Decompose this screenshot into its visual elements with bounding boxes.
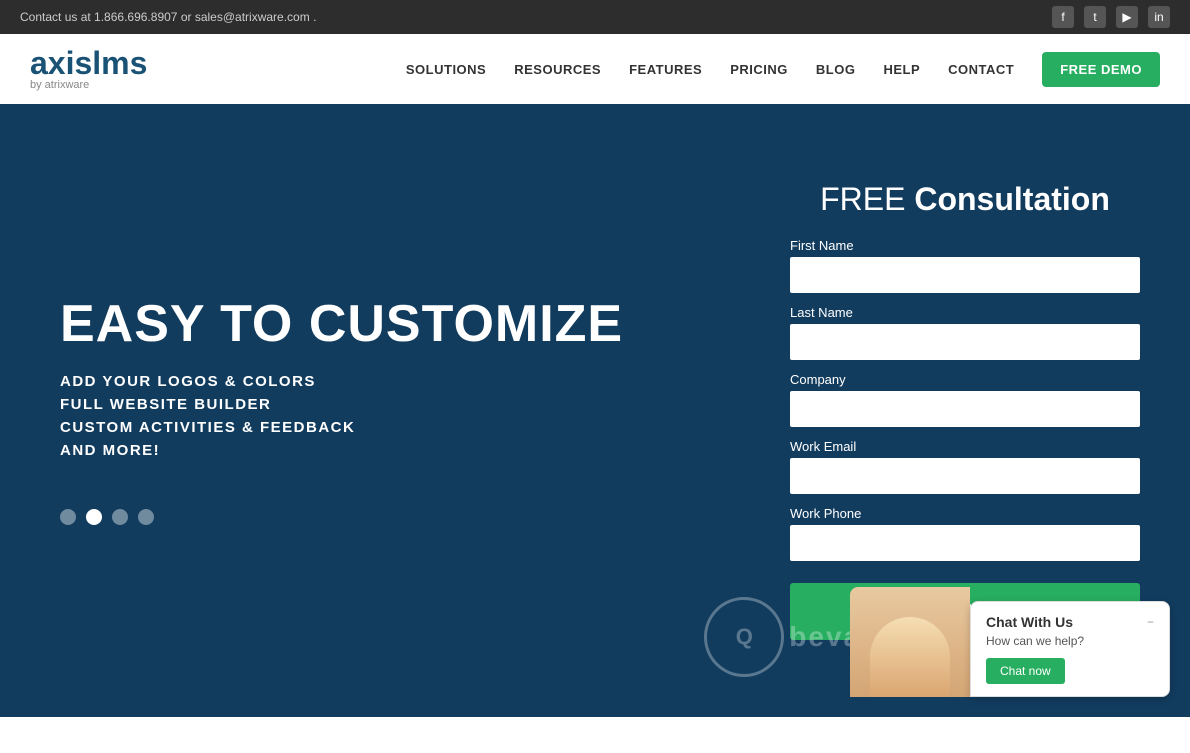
hero-title: EASY TO CUSTOMIZE: [60, 296, 700, 353]
twitter-icon[interactable]: t: [1084, 6, 1106, 28]
bullet-2: FULL WEBSITE BUILDER: [60, 396, 700, 413]
contact-text: Contact us at: [20, 10, 94, 24]
last-name-group: Last Name: [790, 305, 1140, 360]
company-input[interactable]: [790, 391, 1140, 427]
hero-left-content: EASY TO CUSTOMIZE ADD YOUR LOGOS & COLOR…: [0, 236, 760, 585]
work-phone-input[interactable]: [790, 525, 1140, 561]
youtube-icon[interactable]: ▶: [1116, 6, 1138, 28]
logo-text: axislms: [30, 47, 147, 79]
form-title: FREE Consultation: [790, 181, 1140, 218]
main-nav: axislms by atrixware SOLUTIONS RESOURCES…: [0, 34, 1190, 104]
period: .: [313, 10, 316, 24]
form-title-free: FREE: [820, 181, 905, 217]
nav-resources[interactable]: RESOURCES: [514, 62, 601, 77]
dot-2[interactable]: [86, 509, 102, 525]
form-title-consultation: Consultation: [914, 181, 1110, 217]
bullet-4: AND MORE!: [60, 442, 700, 459]
last-name-label: Last Name: [790, 305, 1140, 320]
last-name-input[interactable]: [790, 324, 1140, 360]
work-email-group: Work Email: [790, 439, 1140, 494]
company-group: Company: [790, 372, 1140, 427]
nav-solutions[interactable]: SOLUTIONS: [406, 62, 486, 77]
chat-subtitle: How can we help?: [986, 634, 1154, 648]
work-phone-label: Work Phone: [790, 506, 1140, 521]
chat-title: Chat With Us: [986, 614, 1073, 630]
avatar-shape: [870, 617, 950, 697]
dot-4[interactable]: [138, 509, 154, 525]
nav-contact[interactable]: CONTACT: [948, 62, 1014, 77]
work-email-input[interactable]: [790, 458, 1140, 494]
facebook-icon[interactable]: f: [1052, 6, 1074, 28]
bullet-3: CUSTOM ACTIVITIES & FEEDBACK: [60, 419, 700, 436]
nav-blog[interactable]: BLOG: [816, 62, 856, 77]
work-email-label: Work Email: [790, 439, 1140, 454]
chat-avatar: [850, 587, 970, 697]
company-label: Company: [790, 372, 1140, 387]
or-text: or: [181, 10, 195, 24]
logo[interactable]: axislms by atrixware: [30, 47, 147, 91]
contact-info: Contact us at 1.866.696.8907 or sales@at…: [20, 10, 316, 24]
bullet-1: ADD YOUR LOGOS & COLORS: [60, 373, 700, 390]
top-bar: Contact us at 1.866.696.8907 or sales@at…: [0, 0, 1190, 34]
dot-3[interactable]: [112, 509, 128, 525]
chat-now-button[interactable]: Chat now: [986, 658, 1065, 684]
dot-1[interactable]: [60, 509, 76, 525]
email-link[interactable]: sales@atrixware.com: [195, 10, 310, 24]
chat-close-button[interactable]: −: [1147, 615, 1154, 629]
hero-section: EASY TO CUSTOMIZE ADD YOUR LOGOS & COLOR…: [0, 104, 1190, 717]
nav-help[interactable]: HELP: [883, 62, 920, 77]
slider-dots: [60, 509, 700, 525]
nav-features[interactable]: FEATURES: [629, 62, 702, 77]
work-phone-group: Work Phone: [790, 506, 1140, 561]
logo-sub: by atrixware: [30, 79, 147, 91]
first-name-group: First Name: [790, 238, 1140, 293]
hero-bullets: ADD YOUR LOGOS & COLORS FULL WEBSITE BUI…: [60, 373, 700, 459]
first-name-label: First Name: [790, 238, 1140, 253]
free-demo-button[interactable]: FREE DEMO: [1042, 52, 1160, 87]
linkedin-icon[interactable]: in: [1148, 6, 1170, 28]
first-name-input[interactable]: [790, 257, 1140, 293]
chat-widget: Chat With Us − How can we help? Chat now: [850, 587, 1170, 697]
social-icons-group: f t ▶ in: [1052, 6, 1170, 28]
watermark-q: Q: [736, 624, 753, 650]
nav-pricing[interactable]: PRICING: [730, 62, 788, 77]
phone-link[interactable]: 1.866.696.8907: [94, 10, 177, 24]
nav-links: SOLUTIONS RESOURCES FEATURES PRICING BLO…: [406, 52, 1160, 87]
watermark-circle: Q: [704, 597, 784, 677]
chat-bubble: Chat With Us − How can we help? Chat now: [970, 601, 1170, 697]
chat-bubble-header: Chat With Us −: [986, 614, 1154, 630]
